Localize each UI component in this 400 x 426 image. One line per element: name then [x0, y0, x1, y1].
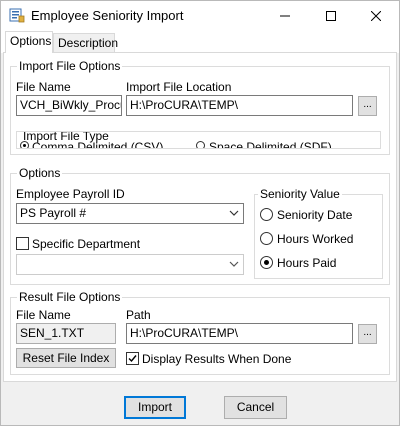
hours-paid-radio[interactable] [260, 256, 273, 269]
result-browse-button[interactable]: ... [358, 324, 377, 344]
specific-dept-label[interactable]: Specific Department [32, 237, 140, 251]
checkmark-icon [128, 355, 137, 363]
payroll-id-dropdown[interactable]: PS Payroll # [16, 203, 244, 224]
import-app-icon [9, 8, 25, 23]
maximize-icon [326, 11, 336, 21]
result-file-options-legend: Result File Options [17, 290, 123, 304]
options-legend: Options [17, 166, 63, 180]
result-path-label: Path [126, 308, 151, 322]
import-file-options-group: Import File Options File Name VCH_BiWkly… [10, 59, 390, 155]
import-button[interactable]: Import [124, 396, 186, 419]
chevron-down-icon [229, 261, 239, 267]
chevron-down-icon [229, 210, 239, 216]
sdf-radio[interactable] [196, 141, 205, 148]
import-browse-button[interactable]: ... [358, 96, 377, 116]
seniority-value-group: Seniority Value Seniority Date Hours Wor… [254, 187, 383, 279]
result-file-options-group: Result File Options File Name SEN_1.TXT … [10, 290, 390, 375]
import-location-field[interactable]: H:\ProCURA\TEMP\ [126, 95, 353, 116]
options-group: Options Employee Payroll ID PS Payroll #… [10, 166, 390, 285]
import-file-type-group: Import File Type Comma Delimited (CSV) S… [16, 131, 381, 149]
import-location-label: Import File Location [126, 80, 232, 94]
seniority-date-label[interactable]: Seniority Date [277, 208, 352, 222]
hours-worked-label[interactable]: Hours Worked [277, 232, 353, 246]
dialog-window: Employee Seniority Import Options Descri… [0, 0, 400, 426]
csv-radio-label[interactable]: Comma Delimited (CSV) [32, 140, 163, 148]
tab-description[interactable]: Description [53, 33, 118, 52]
import-file-name-field[interactable]: VCH_BiWkly_Procu [16, 95, 122, 116]
department-dropdown[interactable] [16, 254, 244, 275]
reset-file-index-button[interactable]: Reset File Index [16, 348, 116, 368]
tab-strip: Options Description [1, 31, 399, 53]
result-file-name-field[interactable]: SEN_1.TXT [16, 323, 116, 344]
import-file-options-legend: Import File Options [17, 59, 123, 73]
import-file-name-label: File Name [16, 80, 71, 94]
hours-worked-radio[interactable] [260, 232, 273, 245]
close-icon [371, 11, 381, 21]
payroll-id-value: PS Payroll # [20, 206, 87, 220]
options-tab-panel: Import File Options File Name VCH_BiWkly… [3, 52, 397, 382]
cancel-button[interactable]: Cancel [224, 396, 287, 419]
tab-options[interactable]: Options [5, 31, 53, 53]
window-title: Employee Seniority Import [31, 8, 184, 23]
close-button[interactable] [353, 1, 399, 31]
seniority-value-legend: Seniority Value [258, 187, 342, 201]
csv-radio[interactable] [20, 141, 29, 148]
specific-dept-checkbox[interactable] [16, 237, 29, 250]
seniority-date-radio[interactable] [260, 208, 273, 221]
title-bar[interactable]: Employee Seniority Import [1, 1, 399, 31]
minimize-icon [280, 15, 290, 17]
maximize-button[interactable] [308, 1, 354, 31]
result-file-name-label: File Name [16, 308, 71, 322]
display-results-label[interactable]: Display Results When Done [142, 352, 291, 366]
result-path-field[interactable]: H:\ProCURA\TEMP\ [126, 323, 353, 344]
payroll-id-label: Employee Payroll ID [16, 187, 125, 201]
hours-paid-label[interactable]: Hours Paid [277, 256, 336, 270]
minimize-button[interactable] [262, 1, 308, 31]
sdf-radio-label[interactable]: Space Delimited (SDF) [209, 140, 332, 148]
display-results-checkbox[interactable] [126, 352, 139, 365]
